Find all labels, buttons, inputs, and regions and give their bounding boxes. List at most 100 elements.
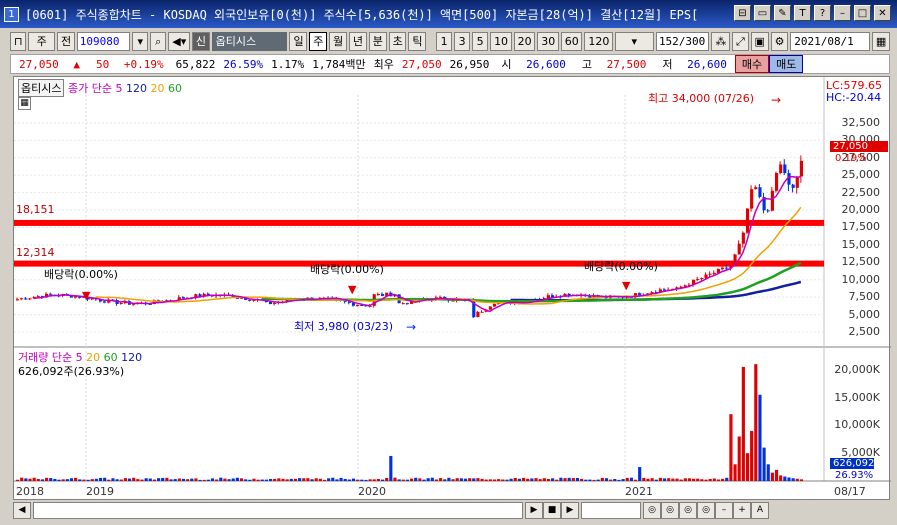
volume-bar — [393, 477, 397, 481]
zoom-c-icon[interactable]: ◎ — [679, 501, 697, 519]
scroll-left-icon[interactable]: ◀ — [13, 501, 31, 519]
interval-20[interactable]: 20 — [513, 31, 536, 51]
candle-body — [380, 294, 385, 296]
volume-bar — [90, 479, 94, 481]
save-icon[interactable]: ▣ — [750, 31, 769, 51]
volume-bar — [588, 479, 592, 481]
grid-icon[interactable]: ▦ — [18, 97, 31, 110]
interval-dropdown[interactable]: ▾ — [614, 31, 654, 51]
volume-bar — [671, 478, 675, 481]
interval-60[interactable]: 60 — [560, 31, 583, 51]
tile-icon[interactable]: ⊟ — [734, 5, 751, 21]
shin-button[interactable]: 신 — [191, 31, 210, 51]
tool-icon[interactable]: ⤢ — [731, 31, 749, 51]
calendar-icon[interactable]: ▦ — [871, 31, 891, 51]
volume-bar — [721, 478, 725, 481]
pin-icon[interactable]: ✎ — [774, 5, 791, 21]
period-week[interactable]: 주 — [309, 31, 328, 51]
zoom-in-icon[interactable]: + — [733, 501, 751, 519]
candle-body — [268, 302, 273, 305]
volume-bar — [268, 478, 273, 481]
volume-bar — [227, 479, 231, 481]
volume-bar — [190, 478, 194, 481]
candle-body — [725, 267, 729, 269]
volume-bar — [127, 478, 132, 481]
scroll-right-icon[interactable]: ▶ — [561, 501, 579, 519]
period-day[interactable]: 일 — [289, 31, 308, 51]
jeon-button[interactable]: 전 — [56, 31, 75, 51]
chart-scrollbar[interactable]: ◀ ▶ ■ ▶ ◎ ◎ ◎ ◎ – + A — [13, 500, 890, 520]
volume-bar — [82, 479, 86, 481]
speaker-icon[interactable]: ◀▾ — [168, 31, 190, 51]
price-tick-label: 15,000 — [841, 237, 881, 251]
chart-toolbar: ⊓ 주 ▾ 전 109080 ▾ ⌕ ◀▾ 신 옵티시스 일 주 월 년 분 초… — [10, 30, 891, 65]
search-icon[interactable]: ⌕ — [150, 31, 167, 51]
volume-bar — [206, 479, 210, 481]
maximize-button[interactable]: □ — [854, 5, 871, 21]
volume-bar — [235, 477, 239, 481]
candle-body — [766, 210, 770, 212]
candle-body — [758, 187, 762, 197]
buy-button[interactable]: 매수 — [734, 55, 770, 73]
volume-bar — [277, 478, 281, 481]
stock-label[interactable]: 옵티시스 — [18, 79, 65, 97]
zoom-track[interactable] — [581, 501, 641, 519]
layout-icon[interactable]: ⊓ — [10, 31, 27, 51]
price-tick-label: 2,500 — [848, 325, 881, 339]
volume-bar — [260, 479, 264, 481]
market-type-select[interactable]: 주 ▾ — [28, 31, 55, 65]
chart-canvas[interactable]: → → ▼ ▼ ▼ — [14, 77, 891, 501]
sell-button[interactable]: 매도 — [769, 55, 804, 73]
zoom-b-icon[interactable]: ◎ — [661, 501, 679, 519]
text-icon[interactable]: T — [794, 5, 811, 21]
low-price: 저 26,600 — [654, 56, 735, 72]
volume-bar — [364, 479, 368, 481]
change-pct: +0.19% — [123, 57, 164, 71]
period-tick[interactable]: 틱 — [408, 31, 427, 51]
interval-10[interactable]: 10 — [490, 31, 512, 51]
volume-bar — [86, 479, 90, 481]
date-input[interactable]: 2021/08/1 — [790, 31, 870, 51]
interval-5[interactable]: 5 — [472, 31, 489, 51]
volume-bar — [551, 478, 555, 481]
zoom-d-icon[interactable]: ◎ — [697, 501, 715, 519]
candle-body — [103, 301, 107, 303]
candle-icon[interactable]: ⁂ — [711, 31, 730, 51]
volume-bar — [202, 479, 206, 481]
zoom-a-icon[interactable]: ◎ — [643, 501, 661, 519]
gear-icon[interactable]: ⚙ — [770, 31, 789, 51]
auto-icon[interactable]: A — [751, 501, 769, 519]
close-button[interactable]: ✕ — [874, 5, 891, 21]
dividend-arrow-icon: ▼ — [622, 279, 631, 292]
stop-icon[interactable]: ■ — [543, 501, 561, 519]
volume-bar — [434, 479, 439, 481]
candle-body — [721, 267, 725, 270]
interval-30[interactable]: 30 — [537, 31, 559, 51]
code-dropdown-icon[interactable]: ▾ — [132, 31, 149, 51]
interval-1[interactable]: 1 — [436, 31, 453, 51]
candle-body — [774, 173, 779, 191]
minimize-button[interactable]: – — [834, 5, 851, 21]
window-icon[interactable]: ▭ — [754, 5, 771, 21]
period-year[interactable]: 년 — [348, 31, 367, 51]
volume-bar — [501, 479, 505, 481]
play-icon[interactable]: ▶ — [525, 501, 543, 519]
stock-code-input[interactable]: 109080 — [76, 31, 131, 51]
chart-area[interactable]: → → ▼ ▼ ▼ 옵티시스 종가 단순 5 120 20 60 ▦ LC:579.65… — [13, 76, 891, 501]
count-input[interactable]: 152/300 — [655, 31, 710, 51]
volume-bar — [580, 478, 584, 481]
period-month[interactable]: 월 — [329, 31, 347, 51]
change-value: 50 — [96, 57, 110, 71]
interval-3[interactable]: 3 — [454, 31, 471, 51]
volume-legend-ma120: 120 — [121, 351, 143, 364]
help-icon[interactable]: ? — [814, 5, 831, 21]
volume-current-tag: 626,092 — [830, 458, 874, 469]
ma5-line — [33, 175, 801, 313]
volume-bar — [492, 479, 497, 481]
period-second[interactable]: 초 — [388, 31, 407, 51]
interval-120[interactable]: 120 — [584, 31, 613, 51]
volume-bar — [78, 479, 82, 481]
scroll-track[interactable] — [33, 501, 523, 519]
period-minute[interactable]: 분 — [368, 31, 387, 51]
zoom-out-icon[interactable]: – — [715, 501, 733, 519]
